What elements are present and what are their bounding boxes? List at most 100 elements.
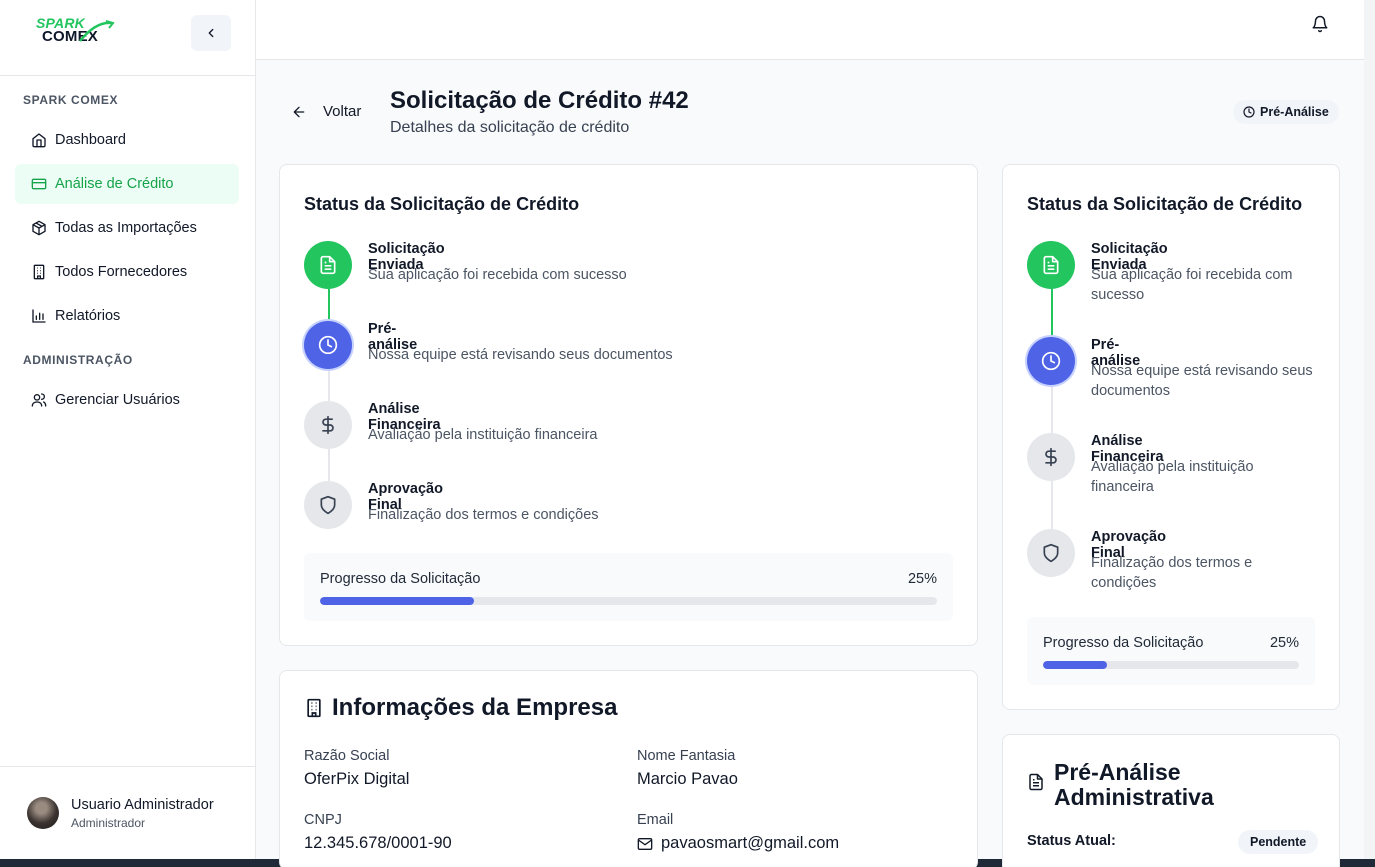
progress-bar	[320, 597, 937, 605]
clock-icon	[318, 335, 338, 355]
clock-icon	[1243, 106, 1255, 118]
logo-swoosh-icon	[79, 20, 115, 42]
pre-analysis-title-line2: Administrativa	[1054, 784, 1214, 810]
step-circle	[304, 241, 352, 289]
sidebar-item-label: Análise de Crédito	[55, 176, 174, 192]
back-label: Voltar	[323, 103, 362, 120]
current-status-label: Status Atual:	[1027, 833, 1116, 849]
email-text: pavaosmart@gmail.com	[661, 834, 840, 852]
step-description: Avaliação pela instituição financeira	[1091, 459, 1254, 495]
sidebar-item-credit-analysis[interactable]: Análise de Crédito	[15, 164, 239, 204]
step-description: Nossa equipe está revisando seus documen…	[368, 347, 673, 363]
sidebar-item-label: Gerenciar Usuários	[55, 392, 180, 408]
sidebar: SPARK COMEX SPARK COMEX Dashboard Anális…	[0, 0, 256, 859]
mail-icon	[637, 836, 653, 852]
sidebar-item-label: Relatórios	[55, 308, 121, 324]
cnpj-value: 12.345.678/0001-90	[304, 834, 452, 852]
dollar-sign-icon	[322, 415, 334, 435]
building-icon	[31, 264, 47, 280]
step-circle	[1027, 241, 1075, 289]
step-connector	[1051, 385, 1053, 433]
progress-bar	[1043, 661, 1299, 669]
step-description: Nossa equipe está revisando seus documen…	[1091, 363, 1313, 399]
sidebar-header: SPARK COMEX	[0, 0, 255, 76]
progress-value: 25%	[1269, 635, 1299, 651]
sidebar-item-users[interactable]: Gerenciar Usuários	[15, 380, 239, 420]
step-connector	[328, 449, 330, 481]
sidebar-section-title: SPARK COMEX	[23, 93, 119, 107]
progress-value: 25%	[907, 571, 937, 587]
cnpj-label: CNPJ	[304, 812, 342, 828]
topbar	[256, 0, 1364, 60]
progress-box: Progresso da Solicitação 25%	[1027, 617, 1315, 685]
status-badge: Pendente	[1238, 830, 1319, 854]
nome-fantasia-value: Marcio Pavao	[637, 770, 738, 788]
step-circle	[1027, 433, 1075, 481]
collapse-sidebar-button[interactable]	[191, 15, 231, 51]
status-badge-label: Pré-Análise	[1260, 105, 1329, 119]
bell-icon[interactable]	[1311, 15, 1329, 33]
email-value: pavaosmart@gmail.com	[637, 834, 839, 853]
arrow-left-icon	[291, 104, 307, 120]
logo[interactable]: SPARK COMEX	[36, 15, 118, 49]
company-info-title-text: Informações da Empresa	[332, 694, 618, 721]
pre-analysis-title: Pré-Análise Administrativa	[1054, 760, 1214, 810]
progress-bar-fill	[1043, 661, 1107, 669]
file-text-icon	[1027, 773, 1045, 791]
package-icon	[31, 220, 47, 236]
progress-bar-fill	[320, 597, 475, 605]
page-subtitle: Detalhes da solicitação de crédito	[390, 119, 630, 136]
building-icon	[304, 698, 324, 718]
step-description: Avaliação pela instituição financeira	[368, 427, 598, 443]
back-button[interactable]: Voltar	[291, 103, 361, 120]
status-card-side: Status da Solicitação de Crédito Solicit…	[1002, 164, 1340, 710]
nome-fantasia-label: Nome Fantasia	[637, 748, 736, 764]
credit-card-icon	[31, 176, 47, 192]
scrollbar[interactable]	[1364, 0, 1375, 859]
step-connector	[328, 369, 330, 401]
sidebar-item-label: Todos Fornecedores	[55, 264, 188, 280]
step-connector	[1051, 481, 1053, 529]
progress-label: Progresso da Solicitação	[320, 571, 481, 587]
chevron-left-icon	[208, 28, 214, 38]
step-circle	[304, 401, 352, 449]
step-circle	[304, 321, 352, 369]
user-profile[interactable]: Usuario Administrador Administrador	[0, 766, 256, 859]
sidebar-item-label: Dashboard	[55, 132, 126, 148]
user-name: Usuario Administrador	[71, 797, 214, 813]
status-card-main: Status da Solicitação de Crédito Solicit…	[279, 164, 978, 646]
step-circle	[304, 481, 352, 529]
pre-analysis-title-line1: Pré-Análise	[1054, 759, 1181, 785]
step-description: Sua aplicação foi recebida com sucesso	[368, 267, 627, 283]
sidebar-item-label: Todas as Importações	[55, 220, 197, 236]
step-connector	[328, 289, 330, 321]
clock-icon	[1041, 351, 1061, 371]
status-badge: Pré-Análise	[1233, 100, 1339, 124]
sidebar-item-dashboard[interactable]: Dashboard	[15, 120, 239, 160]
step-circle	[1027, 529, 1075, 577]
card-title: Status da Solicitação de Crédito	[1027, 194, 1303, 214]
sidebar-item-imports[interactable]: Todas as Importações	[15, 208, 239, 248]
step-description: Finalização dos termos e condições	[368, 507, 599, 523]
sidebar-item-reports[interactable]: Relatórios	[15, 296, 239, 336]
step-circle	[1027, 337, 1075, 385]
file-text-icon	[1043, 255, 1059, 275]
sidebar-section-title: ADMINISTRAÇÃO	[23, 353, 133, 367]
shield-icon	[320, 495, 336, 515]
avatar	[27, 797, 59, 829]
razao-social-label: Razão Social	[304, 748, 390, 764]
step-description: Sua aplicação foi recebida com sucesso	[1091, 267, 1293, 303]
step-connector	[1051, 289, 1053, 337]
home-icon	[31, 132, 47, 148]
users-icon	[31, 392, 47, 408]
email-label: Email	[637, 812, 674, 828]
razao-social-value: OferPix Digital	[304, 770, 410, 788]
sidebar-item-suppliers[interactable]: Todos Fornecedores	[15, 252, 239, 292]
step-description: Finalização dos termos e condições	[1091, 555, 1253, 591]
user-role: Administrador	[71, 816, 146, 830]
dollar-sign-icon	[1045, 447, 1057, 467]
card-title: Status da Solicitação de Crédito	[304, 194, 580, 214]
page-title: Solicitação de Crédito #42	[390, 87, 689, 114]
progress-box: Progresso da Solicitação 25%	[304, 553, 953, 621]
bar-chart-icon	[31, 308, 47, 324]
